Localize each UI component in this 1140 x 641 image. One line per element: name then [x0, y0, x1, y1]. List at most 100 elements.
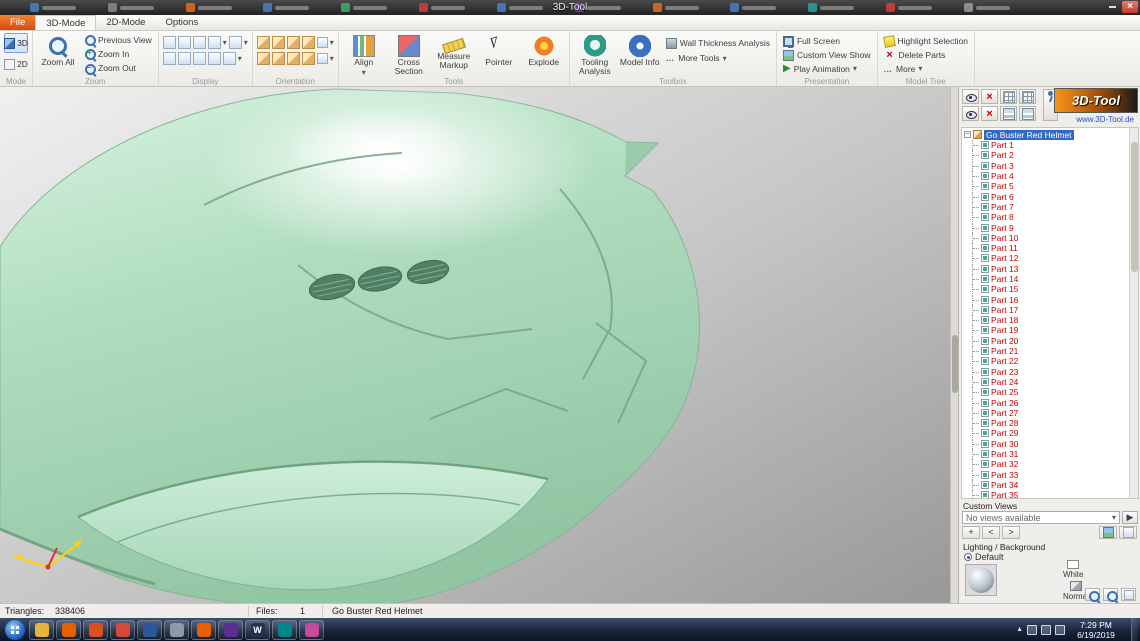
tree-part-row[interactable]: Part 3 — [964, 160, 1128, 171]
display-background-icon[interactable] — [207, 52, 221, 65]
tree-part-row[interactable]: Part 20 — [964, 335, 1128, 346]
previous-view-nav-button[interactable]: < — [982, 526, 1000, 539]
taskbar-app-button[interactable] — [299, 619, 324, 640]
tree-part-row[interactable]: Part 9 — [964, 222, 1128, 233]
tree-part-label[interactable]: Part 29 — [991, 428, 1018, 438]
display-color-icon[interactable] — [162, 52, 176, 65]
tree-part-label[interactable]: Part 25 — [991, 387, 1018, 397]
tray-network-icon[interactable] — [1027, 624, 1037, 635]
tree-part-row[interactable]: Part 10 — [964, 232, 1128, 243]
tree-part-label[interactable]: Part 19 — [991, 325, 1018, 335]
panel-zoom-out-button[interactable] — [1103, 588, 1118, 602]
mode-2d-button[interactable]: 2D — [4, 54, 28, 74]
tree-part-label[interactable]: Part 32 — [991, 459, 1018, 469]
tree-part-label[interactable]: Part 4 — [991, 171, 1014, 181]
panel-zoom-in-button[interactable] — [1085, 588, 1100, 602]
tree-root-row[interactable]: − Go Buster Red Helmet — [964, 129, 1128, 140]
delete-parts-button[interactable]: × Delete Parts — [882, 49, 970, 62]
tree-part-row[interactable]: Part 29 — [964, 428, 1128, 439]
align-button[interactable]: Align ▾ — [343, 33, 385, 77]
taskbar-clock[interactable]: 7:29 PM 6/19/2019 — [1069, 620, 1123, 640]
tray-expand-icon[interactable]: ▲ — [1016, 626, 1023, 633]
tree-part-label[interactable]: Part 7 — [991, 202, 1014, 212]
tree-part-label[interactable]: Part 14 — [991, 274, 1018, 284]
tree-part-row[interactable]: Part 25 — [964, 387, 1128, 398]
taskbar-app-button[interactable] — [110, 619, 135, 640]
tree-part-row[interactable]: Part 32 — [964, 459, 1128, 470]
tree-part-row[interactable]: Part 11 — [964, 243, 1128, 254]
more-button[interactable]: … More ▾ — [882, 62, 970, 75]
view-top-icon[interactable] — [256, 52, 270, 65]
file-menu[interactable]: File — [0, 15, 36, 30]
orientation-dropdown-icon[interactable]: ▾ — [330, 38, 334, 47]
rotate-ccw-icon[interactable] — [316, 53, 328, 64]
tree-part-label[interactable]: Part 10 — [991, 233, 1018, 243]
tooling-analysis-button[interactable]: Tooling Analysis — [574, 33, 616, 76]
tree-part-row[interactable]: Part 19 — [964, 325, 1128, 336]
tree-part-row[interactable]: Part 31 — [964, 449, 1128, 460]
tab-options[interactable]: Options — [155, 15, 208, 30]
tree-part-label[interactable]: Part 28 — [991, 418, 1018, 428]
zoom-out-button[interactable]: − Zoom Out — [82, 62, 154, 75]
model-info-button[interactable]: Model Info — [619, 33, 661, 75]
show-desktop-button[interactable] — [1131, 618, 1138, 641]
lighting-default-option[interactable]: Default — [964, 552, 1004, 562]
show-all-button[interactable] — [962, 89, 979, 104]
tree-part-label[interactable]: Part 8 — [991, 212, 1014, 222]
tree-part-label[interactable]: Part 3 — [991, 161, 1014, 171]
taskbar-app-button[interactable] — [56, 619, 81, 640]
tree-part-row[interactable]: Part 1 — [964, 140, 1128, 151]
tree-part-row[interactable]: Part 14 — [964, 274, 1128, 284]
delete-selected-button[interactable]: × — [981, 89, 998, 104]
tree-part-row[interactable]: Part 8 — [964, 212, 1128, 223]
tree-part-label[interactable]: Part 18 — [991, 315, 1018, 325]
layers2-button[interactable] — [1019, 106, 1036, 121]
panel-settings-button[interactable] — [1121, 588, 1136, 601]
tree-part-label[interactable]: Part 5 — [991, 181, 1014, 191]
view-front-icon[interactable] — [256, 36, 270, 49]
tree-part-row[interactable]: Part 22 — [964, 356, 1128, 367]
tree-part-row[interactable]: Part 27 — [964, 407, 1128, 418]
tree-part-label[interactable]: Part 20 — [991, 336, 1018, 346]
taskbar-app-button[interactable] — [272, 619, 297, 640]
taskbar-app-button[interactable] — [164, 619, 189, 640]
custom-view-show-button[interactable]: Custom View Show — [781, 49, 873, 62]
layers-button[interactable] — [1000, 106, 1017, 121]
tree-part-label[interactable]: Part 31 — [991, 449, 1018, 459]
rotate-cw-icon[interactable] — [316, 37, 328, 48]
tree-part-label[interactable]: Part 6 — [991, 192, 1014, 202]
custom-views-dropdown[interactable]: No views available ▾ — [962, 511, 1120, 524]
tree-part-row[interactable]: Part 33 — [964, 469, 1128, 480]
viewport-scrollbar[interactable] — [950, 87, 958, 603]
view-iso-icon[interactable] — [286, 52, 300, 65]
tree-part-label[interactable]: Part 11 — [991, 243, 1018, 253]
tree-part-label[interactable]: Part 2 — [991, 150, 1014, 160]
tree-part-label[interactable]: Part 27 — [991, 408, 1018, 418]
minimize-button[interactable] — [1104, 1, 1120, 13]
tree-part-row[interactable]: Part 4 — [964, 171, 1128, 182]
tree-part-row[interactable]: Part 7 — [964, 201, 1128, 212]
tree-part-row[interactable]: Part 34 — [964, 479, 1128, 490]
close-button[interactable]: × — [1122, 1, 1138, 13]
tree-part-row[interactable]: Part 16 — [964, 294, 1128, 305]
tab-3d-mode[interactable]: 3D-Mode — [35, 15, 97, 30]
tree-part-label[interactable]: Part 22 — [991, 356, 1018, 366]
wall-thickness-button[interactable]: Wall Thickness Analysis — [664, 36, 772, 50]
tab-2d-mode[interactable]: 2D-Mode — [96, 15, 155, 30]
collapse-tree-button[interactable] — [1019, 89, 1036, 104]
display-grid-icon[interactable] — [222, 52, 236, 65]
view-back-icon[interactable] — [271, 36, 285, 49]
view-right-icon[interactable] — [301, 36, 315, 49]
display-edges-icon[interactable] — [207, 36, 221, 49]
taskbar-app-button[interactable] — [29, 619, 54, 640]
radio-default[interactable] — [964, 553, 972, 561]
display-shaded-icon[interactable] — [177, 36, 191, 49]
display-material-icon[interactable] — [177, 52, 191, 65]
display-dropdown-icon[interactable]: ▾ — [223, 38, 227, 47]
tree-part-label[interactable]: Part 23 — [991, 367, 1018, 377]
next-view-nav-button[interactable]: > — [1002, 526, 1020, 539]
highlight-selection-button[interactable]: Highlight Selection — [882, 34, 970, 48]
taskbar-app-button[interactable] — [83, 619, 108, 640]
tree-part-row[interactable]: Part 12 — [964, 253, 1128, 264]
tree-part-row[interactable]: Part 23 — [964, 366, 1128, 377]
